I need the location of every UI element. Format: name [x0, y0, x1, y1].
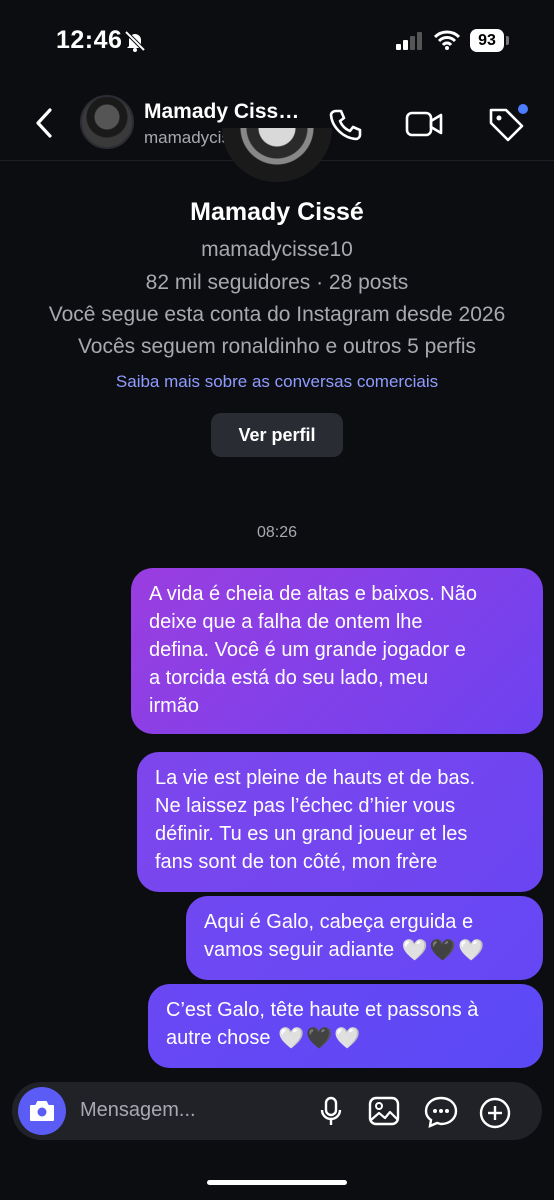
- profile-username: mamadycisse10: [201, 238, 353, 261]
- status-time: 12:46: [56, 26, 123, 54]
- signal-icon: [396, 32, 422, 50]
- message-bubble[interactable]: A vida é cheia de altas e baixos. Não de…: [131, 568, 543, 734]
- message-line: autre chose: [166, 1027, 271, 1049]
- black-heart-icon: 🖤: [306, 1026, 333, 1050]
- profile-stats: 82 mil seguidores · 28 posts: [145, 271, 409, 294]
- profile-photo[interactable]: [222, 128, 332, 182]
- white-heart-icon: 🤍: [457, 938, 485, 962]
- video-icon[interactable]: [404, 106, 444, 142]
- phone-icon[interactable]: [328, 106, 364, 142]
- message-line: irmão: [149, 695, 200, 717]
- microphone-icon[interactable]: [318, 1096, 344, 1128]
- message-line: Ne laissez pas l’échec d’hier vous: [155, 795, 456, 817]
- message-bubble[interactable]: Aqui é Galo, cabeça erguida e vamos segu…: [186, 896, 543, 980]
- message-composer[interactable]: Mensagem...: [12, 1082, 542, 1140]
- business-chats-link[interactable]: Saiba mais sobre as conversas comerciais: [0, 372, 554, 392]
- sticker-icon[interactable]: [424, 1096, 458, 1128]
- profile-mutual-follows: Vocês seguem ronaldinho e outros 5 perfi…: [77, 335, 477, 358]
- message-line: vamos seguir adiante: [204, 939, 395, 961]
- home-indicator: [207, 1180, 347, 1185]
- avatar[interactable]: [80, 95, 134, 149]
- white-heart-icon: 🤍: [334, 1026, 361, 1050]
- message-line: A vida é cheia de altas e baixos. Não: [149, 583, 477, 605]
- camera-icon: [30, 1101, 54, 1121]
- wifi-icon: [434, 30, 460, 50]
- message-line: définir. Tu es un grand joueur et les: [155, 823, 468, 845]
- message-line: Aqui é Galo, cabeça erguida e: [204, 911, 474, 933]
- profile-name: Mamady Cissé: [190, 198, 364, 226]
- back-icon[interactable]: [30, 106, 58, 140]
- white-heart-icon: 🤍: [278, 1026, 305, 1050]
- profile-follow-since: Você segue esta conta do Instagram desde…: [48, 303, 506, 326]
- message-line: C’est Galo, tête haute et passons à: [166, 999, 479, 1021]
- battery-indicator: 93: [470, 29, 504, 52]
- message-bubble[interactable]: C’est Galo, tête haute et passons à autr…: [148, 984, 543, 1068]
- battery-tip: [506, 36, 509, 45]
- header-name[interactable]: Mamady Ciss…: [144, 100, 299, 124]
- message-bubble[interactable]: La vie est pleine de hauts et de bas. Ne…: [137, 752, 543, 892]
- camera-button[interactable]: [18, 1087, 66, 1135]
- message-line: a torcida está do seu lado, meu: [149, 667, 429, 689]
- status-bar: 12:46 93: [0, 0, 554, 80]
- message-line: fans sont de ton côté, mon frère: [155, 851, 438, 873]
- message-timestamp: 08:26: [256, 524, 298, 541]
- message-input[interactable]: Mensagem...: [80, 1099, 196, 1122]
- tag-icon[interactable]: [486, 102, 532, 142]
- bell-muted-icon: [124, 30, 146, 52]
- message-line: deixe que a falha de ontem lhe: [149, 611, 423, 633]
- plus-icon[interactable]: [478, 1096, 512, 1130]
- black-heart-icon: 🖤: [429, 938, 456, 962]
- white-heart-icon: 🤍: [401, 938, 428, 962]
- view-profile-button[interactable]: Ver perfil: [211, 413, 343, 457]
- gallery-icon[interactable]: [368, 1096, 400, 1126]
- message-line: defina. Você é um grande jogador e: [149, 639, 466, 661]
- message-line: La vie est pleine de hauts et de bas.: [155, 767, 476, 789]
